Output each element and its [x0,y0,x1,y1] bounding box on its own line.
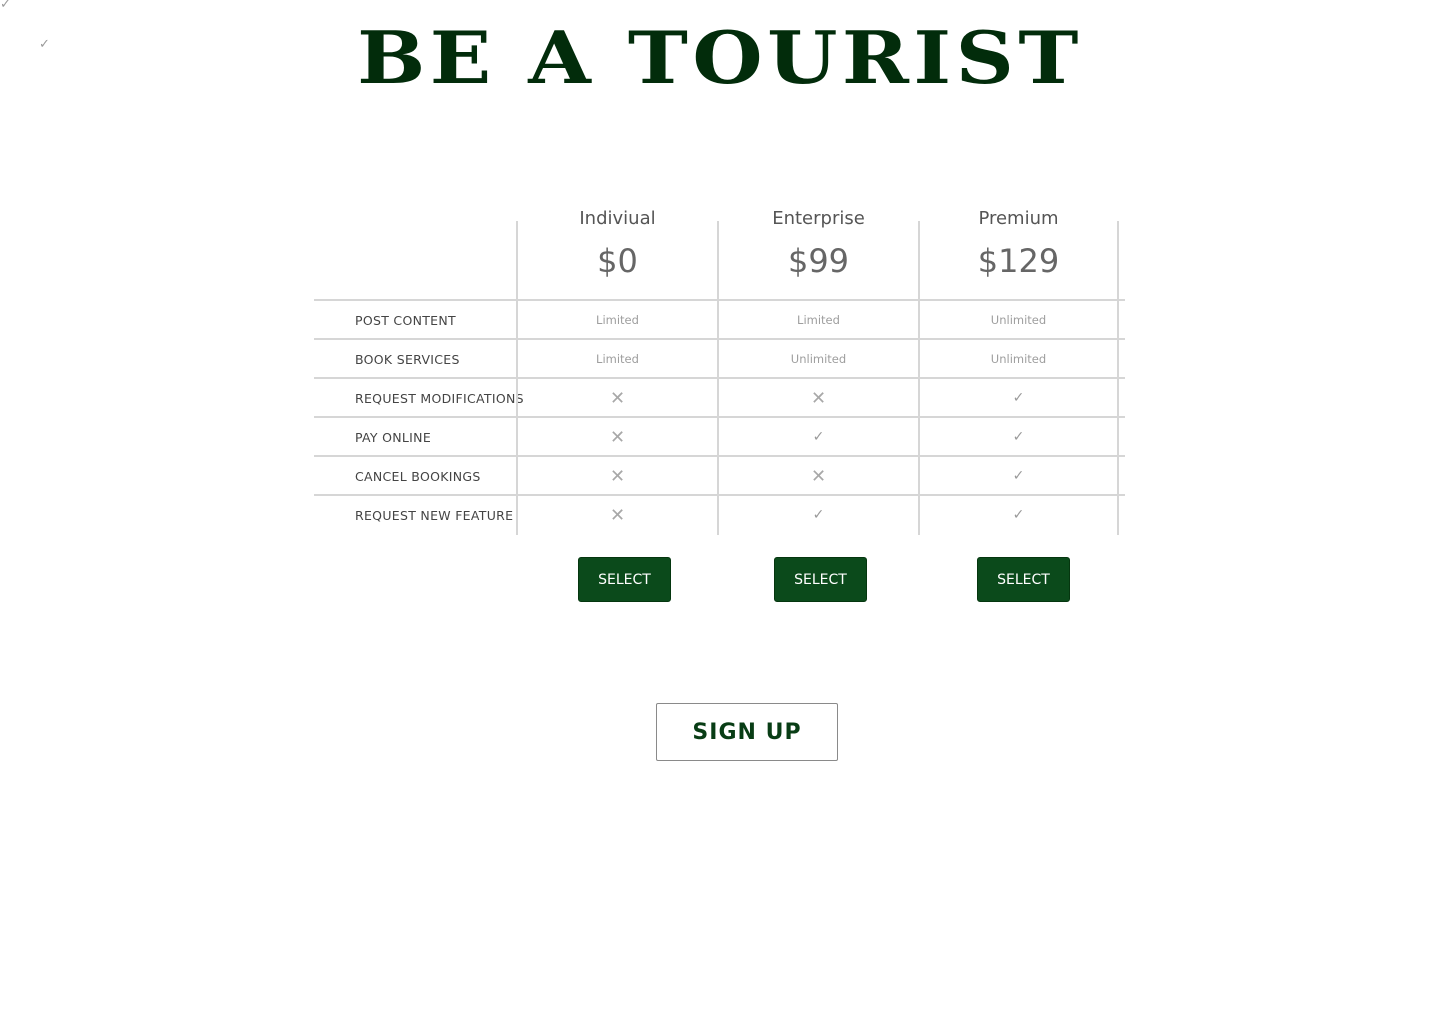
select-individual-button[interactable]: SELECT [578,557,671,602]
feature-value: ✕ [516,457,717,494]
feature-row-request-new-feature: REQUEST NEW FEATURE ✕ ✓ ✓ [314,496,1125,535]
feature-value: Unlimited [918,340,1119,377]
plan-name: Enterprise [772,208,865,229]
cross-icon: ✕ [609,505,626,526]
feature-value: ✓ [918,379,1119,416]
feature-value: ✓ [717,418,918,455]
check-icon: ✓ [812,429,825,445]
feature-label: REQUEST NEW FEATURE [355,508,514,523]
pricing-table: Indiviual $0 Enterprise $99 Premium $129… [314,205,1125,535]
feature-label: BOOK SERVICES [355,352,460,367]
feature-value: Limited [516,340,717,377]
feature-row-request-modifications: REQUEST MODIFICATIONS ✕ ✕ ✓ [314,379,1125,418]
feature-label: POST CONTENT [355,313,456,328]
feature-label: CANCEL BOOKINGS [355,469,481,484]
feature-value: ✕ [717,457,918,494]
feature-value: Unlimited [918,301,1119,338]
feature-label: REQUEST MODIFICATIONS [355,391,524,406]
feature-row-cancel-bookings: CANCEL BOOKINGS ✕ ✕ ✓ [314,457,1125,496]
feature-value: ✓ [918,418,1119,455]
feature-label: PAY ONLINE [355,430,432,445]
check-icon: ✓ [1012,468,1025,484]
check-icon: ✓ [1012,507,1025,523]
feature-header-empty [314,205,516,299]
check-icon: ✓ [1012,390,1025,406]
cross-icon: ✕ [609,427,626,448]
cross-icon: ✕ [609,466,626,487]
plan-price: $129 [977,242,1060,280]
cross-icon: ✕ [810,466,827,487]
feature-value: ✓ [918,457,1119,494]
feature-row-post-content: POST CONTENT Limited Limited Unlimited [314,301,1125,340]
plan-name: Premium [978,208,1059,229]
feature-value: Limited [717,301,918,338]
check-icon: ✓ [812,507,825,523]
sign-up-button[interactable]: SIGN UP [656,703,838,761]
pricing-header-row: Indiviual $0 Enterprise $99 Premium $129 [314,205,1125,301]
plan-price: $99 [787,242,850,280]
feature-row-book-services: BOOK SERVICES Limited Unlimited Unlimite… [314,340,1125,379]
check-icon: ✓ [0,0,11,12]
plan-name: Indiviual [579,208,656,229]
feature-row-pay-online: PAY ONLINE ✕ ✓ ✓ [314,418,1125,457]
feature-value: ✕ [516,418,717,455]
plan-header-individual: Indiviual $0 [516,208,717,299]
cross-icon: ✕ [810,388,827,409]
select-enterprise-button[interactable]: SELECT [774,557,867,602]
select-premium-button[interactable]: SELECT [977,557,1070,602]
feature-value: ✕ [516,379,717,416]
check-icon: ✓ [1012,429,1025,445]
feature-value: ✕ [516,496,717,535]
feature-value: Unlimited [717,340,918,377]
cross-icon: ✕ [609,388,626,409]
feature-value: ✓ [918,496,1119,535]
page-title: BE A TOURIST [357,15,1083,100]
feature-value: Limited [516,301,717,338]
plan-header-premium: Premium $129 [918,208,1119,299]
feature-value: ✓ [717,496,918,535]
plan-header-enterprise: Enterprise $99 [717,208,918,299]
plan-price: $0 [597,242,638,280]
feature-value: ✕ [717,379,918,416]
